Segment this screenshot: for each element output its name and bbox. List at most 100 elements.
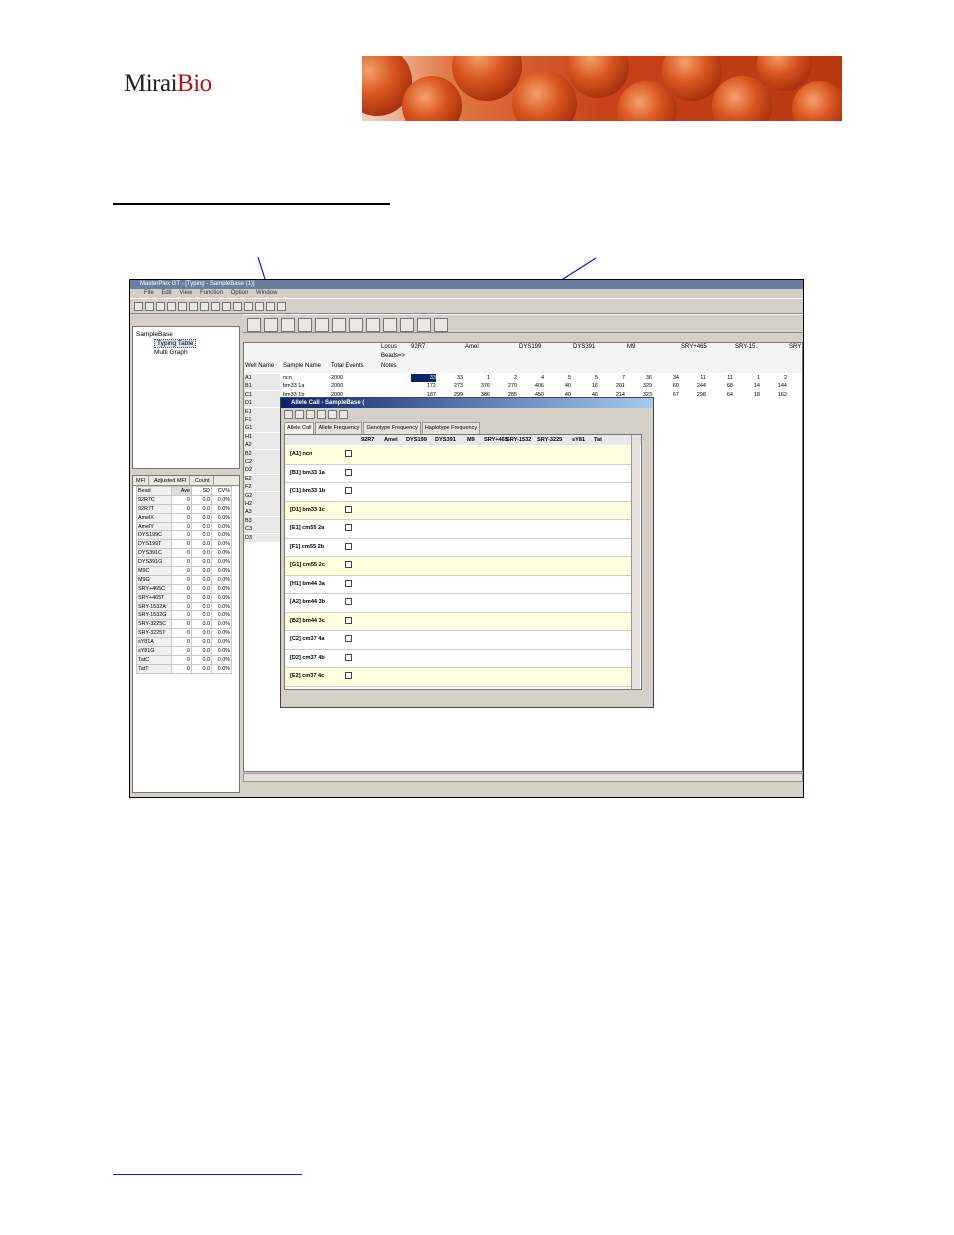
allele-row[interactable]: [G1] cm55 2c [285,557,631,576]
open-icon[interactable] [145,302,154,311]
row-checkbox[interactable] [345,672,352,679]
tab-count[interactable]: Count [192,476,214,486]
grid-icon[interactable] [315,318,329,332]
mfi-row[interactable]: TatT 0 0.0 0.0% [136,663,232,674]
mfi-row[interactable]: sY81A 0 0.0 0.0% [136,637,232,648]
mfi-row[interactable]: DYS391G 0 0.0 0.0% [136,557,232,568]
print-icon[interactable] [167,302,176,311]
row-checkbox[interactable] [345,450,352,457]
row-checkbox[interactable] [345,524,352,531]
menu-item[interactable]: View [179,290,192,296]
row-checkbox[interactable] [345,579,352,587]
layout-icon[interactable] [277,302,286,311]
footer-link[interactable] [113,1174,302,1175]
mfi-row[interactable]: 92R7T 0 0.0 0.0% [136,503,232,514]
camera-icon[interactable] [255,302,264,311]
cut-icon[interactable] [178,302,187,311]
menu-item[interactable]: Option [231,290,249,296]
mfi-row[interactable]: M9C 0 0.0 0.0% [136,566,232,576]
allele-row-label: [B2] bm44 3c [290,617,325,624]
row-checkbox[interactable] [345,561,352,568]
horizontal-scrollbar[interactable] [243,773,803,782]
row-checkbox[interactable] [345,487,352,494]
mfi-row[interactable]: 92R7C 0 0.0 0.0% [136,494,232,505]
help-icon[interactable] [298,318,312,332]
allele-row[interactable]: [A2] bm44 3b [285,594,631,613]
table-icon[interactable] [211,302,220,311]
mfi-row[interactable]: TatC 0 0.0 0.0% [136,654,232,665]
mfi-row[interactable]: SRY+465T 0 0.0 0.0% [136,592,232,603]
row-checkbox[interactable] [345,468,352,476]
row-checkbox[interactable] [345,653,352,661]
chart-icon[interactable] [349,318,363,332]
menu-item[interactable]: File [144,290,154,296]
bead-icon[interactable] [281,318,295,332]
allele-call-icon[interactable] [244,302,253,311]
mfi-row[interactable]: sY81G 0 0.0 0.0% [136,646,232,656]
settings-icon[interactable] [247,318,261,332]
vertical-scrollbar[interactable] [631,435,640,689]
bar-chart-icon[interactable] [366,318,380,332]
mfi-row[interactable]: SRY+465C 0 0.0 0.0% [136,583,232,594]
undo-icon[interactable] [400,318,414,332]
tab-adjusted-mfi[interactable]: Adjusted MFI [151,476,191,486]
allele-row[interactable]: [B2] bm44 3c [285,612,631,631]
bg-icon[interactable] [284,410,293,419]
list-icon[interactable] [332,318,346,332]
allele-row[interactable]: [E1] cm55 2a [285,520,631,539]
allele-row[interactable]: [A1] ncn [285,446,631,465]
close-icon[interactable] [339,410,348,419]
grid-icon[interactable] [295,410,304,419]
new-icon[interactable] [134,302,143,311]
row-checkbox[interactable] [345,635,352,642]
allele-row[interactable]: [F2] wim32 5a [285,687,631,690]
allele-row[interactable]: [F1] cm55 2b [285,539,631,557]
allele-row[interactable]: [C2] cm37 4a [285,631,631,650]
mfi-row[interactable]: SRY-3225C 0 0.0 0.0% [136,619,232,630]
allele-row[interactable]: [E2] cm37 4c [285,668,631,687]
save-icon[interactable] [156,302,165,311]
table-row[interactable]: A1 ncn 2000 33 33 1 2 4 5 5 7 36 34 11 11 1 2 [244,374,802,383]
menu-item[interactable]: Edit [161,290,171,296]
mfi-row[interactable]: DYS391C 0 0.0 0.0% [136,548,232,559]
row-checkbox[interactable] [345,598,352,605]
graph-icon[interactable] [222,302,231,311]
percent-icon[interactable] [264,318,278,332]
well-name: G1 [244,424,280,433]
filter-icon[interactable] [306,410,315,419]
mfi-row[interactable]: SRY-1532A 0 0.0 0.0% [136,601,232,612]
copy-icon[interactable] [189,302,198,311]
plate-icon[interactable] [417,318,431,332]
tree-root[interactable]: SampleBase [136,330,236,339]
paste-icon[interactable] [200,302,209,311]
window-icon[interactable] [266,302,275,311]
mfi-row[interactable]: SRY-3225T 0 0.0 0.0% [136,628,232,639]
tab-mfi[interactable]: MFI [133,476,150,486]
allele-row[interactable]: [D2] cm37 4b [285,650,631,668]
total-events: 2000 [331,375,344,381]
filter-icon[interactable] [233,302,242,311]
mfi-row[interactable]: AmelY 0 0.0 0.0% [136,521,232,532]
color-icon[interactable] [328,410,337,419]
mfi-row[interactable]: AmelX 0 0.0 0.0% [136,512,232,523]
menu-item[interactable]: Function [200,290,223,296]
table-row[interactable]: B1 bm33 1a 2000 172 273 376 270 406 40 16 201 329 60… [244,382,802,391]
settings-icon[interactable] [317,410,326,419]
row-checkbox[interactable] [345,542,352,550]
sort-icon[interactable] [383,318,397,332]
row-checkbox[interactable] [345,616,352,624]
tree-item-multi-graph[interactable]: Multi Graph [136,348,236,357]
allele-row[interactable]: [C1] bm33 1b [285,483,631,502]
row-checkbox[interactable] [345,505,352,513]
allele-row[interactable]: [B1] bm33 1a [285,465,631,483]
allele-row[interactable]: [D1] bm33 1c [285,501,631,520]
mfi-row[interactable]: SRY-1532G 0 0.0 0.0% [136,610,232,621]
menu-item[interactable]: Window [256,290,277,296]
mfi-row[interactable]: M9G 0 0.0 0.0% [136,574,232,585]
mfi-row[interactable]: DYS199C 0 0.0 0.0% [136,530,232,541]
target-icon[interactable] [434,318,448,332]
tree-item-typing-table[interactable]: Typing Table [154,339,197,348]
ave-value: 0 [171,610,192,621]
allele-row[interactable]: [H1] bm44 3a [285,576,631,594]
mfi-row[interactable]: DYS199T 0 0.0 0.0% [136,539,232,550]
